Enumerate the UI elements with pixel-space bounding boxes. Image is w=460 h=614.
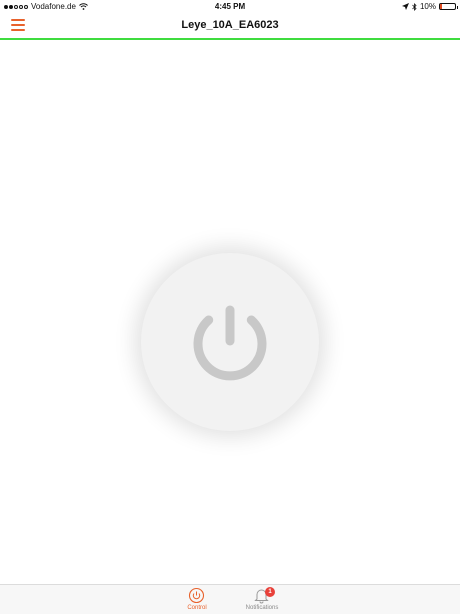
battery-icon bbox=[439, 3, 458, 10]
power-icon bbox=[193, 305, 267, 381]
app-screen: Vodafone.de 4:45 PM 10% Leye_10A_EA6023 … bbox=[0, 0, 460, 614]
tab-bar: Control 1 Notifications bbox=[0, 584, 460, 614]
battery-level-fill bbox=[440, 4, 442, 9]
nav-bar: Leye_10A_EA6023 bbox=[0, 14, 460, 38]
control-icon bbox=[188, 587, 205, 604]
battery-percent: 10% bbox=[419, 2, 436, 11]
bluetooth-icon bbox=[412, 2, 417, 11]
status-line bbox=[0, 38, 460, 40]
tab-notifications[interactable]: 1 Notifications bbox=[232, 587, 292, 611]
power-button[interactable] bbox=[141, 253, 319, 431]
status-bar: Vodafone.de 4:45 PM 10% bbox=[0, 0, 460, 14]
tab-control-label: Control bbox=[187, 605, 207, 611]
tab-notifications-label: Notifications bbox=[245, 605, 279, 611]
tab-control[interactable]: Control bbox=[167, 587, 227, 611]
status-time: 4:45 PM bbox=[214, 2, 246, 11]
page-title: Leye_10A_EA6023 bbox=[181, 19, 279, 31]
notification-badge: 1 bbox=[265, 587, 275, 597]
status-right: 10% bbox=[401, 2, 458, 11]
location-arrow-icon bbox=[401, 3, 409, 10]
